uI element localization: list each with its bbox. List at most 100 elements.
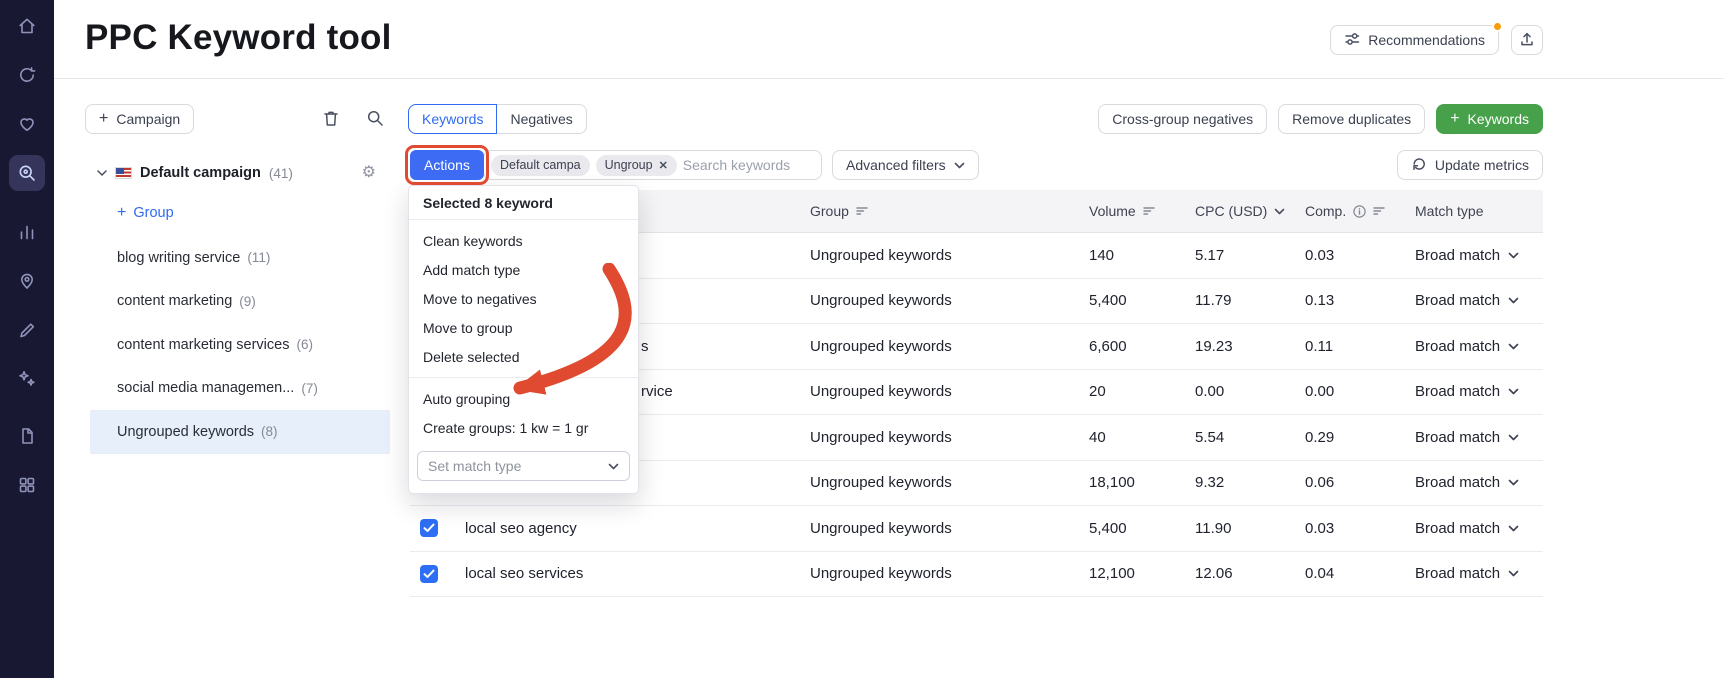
menu-item[interactable]: Move to negatives [409, 284, 638, 313]
header-comp-sort[interactable]: Comp. [1305, 203, 1415, 219]
chip-close-icon[interactable]: ✕ [659, 159, 668, 172]
campaign-name: Default campaign [140, 165, 261, 181]
history-icon[interactable] [9, 57, 45, 93]
refresh-icon [1411, 156, 1427, 175]
chevron-down-icon [1508, 388, 1519, 395]
header-cpc-dropdown[interactable]: CPC (USD) [1195, 203, 1305, 219]
comp-cell: 0.04 [1305, 565, 1335, 583]
chevron-down-icon [1508, 570, 1519, 577]
volume-cell: 6,600 [1089, 337, 1127, 355]
group-name: content marketing services [117, 336, 290, 353]
cpc-cell: 19.23 [1195, 337, 1233, 355]
menu-item[interactable]: Clean keywords [409, 226, 638, 255]
recommendations-button[interactable]: Recommendations [1330, 25, 1499, 55]
menu-item[interactable]: Delete selected [409, 342, 638, 371]
cpc-cell: 12.06 [1195, 565, 1233, 583]
row-checkbox-checked[interactable] [420, 519, 438, 538]
sliders-icon [1344, 31, 1360, 50]
group-list-item[interactable]: blog writing service (11) [90, 236, 390, 280]
chevron-down-icon [1275, 208, 1285, 214]
group-count: (7) [301, 380, 318, 396]
filter-chip[interactable]: Ungroup ✕ [595, 154, 677, 176]
add-keywords-button[interactable]: + Keywords [1436, 104, 1543, 134]
search-campaign-button[interactable] [364, 107, 386, 132]
delete-campaign-button[interactable] [320, 107, 342, 133]
search-chip-area: Default campa Ungroup ✕ [491, 154, 677, 176]
menu-item[interactable]: Auto grouping [409, 384, 638, 413]
keyword-search-box[interactable]: Default campa Ungroup ✕ [483, 150, 822, 180]
export-button[interactable] [1511, 25, 1543, 55]
campaign-row[interactable]: Default campaign (41) ⚙ [90, 158, 390, 188]
chevron-down-icon [1508, 297, 1519, 304]
document-icon[interactable] [9, 418, 45, 454]
match-type-dropdown[interactable]: Broad match [1415, 520, 1543, 537]
keyword-research-icon[interactable] [9, 155, 45, 191]
tab-negatives[interactable]: Negatives [496, 104, 587, 134]
match-type-dropdown[interactable]: Broad match [1415, 565, 1543, 582]
header-comp-label: Comp. [1305, 203, 1347, 219]
notification-dot [1492, 21, 1503, 32]
campaign-count: (41) [268, 165, 293, 181]
menu-item[interactable]: Move to group [409, 313, 638, 342]
cpc-cell: 11.90 [1195, 519, 1232, 537]
match-type-dropdown[interactable]: Broad match [1415, 247, 1543, 264]
selected-count-label: Selected 8 keyword [409, 186, 638, 220]
sort-icon [1373, 207, 1385, 215]
ai-sparkles-icon[interactable] [9, 361, 45, 397]
favorites-icon[interactable] [9, 106, 45, 142]
menu-item[interactable]: Add match type [409, 255, 638, 284]
cross-group-negatives-button[interactable]: Cross-group negatives [1098, 104, 1268, 134]
header-volume-sort[interactable]: Volume [1085, 203, 1195, 219]
header-volume-label: Volume [1089, 203, 1136, 219]
group-list-item[interactable]: content marketing (9) [90, 280, 390, 324]
gear-icon[interactable]: ⚙ [362, 165, 376, 181]
match-type-dropdown[interactable]: Broad match [1415, 383, 1543, 400]
match-type-dropdown[interactable]: Broad match [1415, 429, 1543, 446]
match-type-dropdown[interactable]: Broad match [1415, 338, 1543, 355]
chevron-down-icon [608, 463, 619, 469]
home-icon[interactable] [9, 8, 45, 44]
analytics-icon[interactable] [9, 214, 45, 250]
add-campaign-button[interactable]: + Campaign [85, 104, 195, 134]
update-metrics-button[interactable]: Update metrics [1396, 150, 1543, 180]
group-list-item[interactable]: Ungrouped keywords (8) [90, 410, 390, 454]
header-cpc-label: CPC (USD) [1195, 203, 1268, 219]
match-type-dropdown[interactable]: Broad match [1415, 292, 1543, 309]
sort-icon [856, 207, 868, 215]
filter-chip[interactable]: Default campa [491, 154, 590, 176]
group-list-item[interactable]: content marketing services (6) [90, 323, 390, 367]
chevron-down-icon [1508, 479, 1519, 486]
set-match-type-select[interactable]: Set match type [417, 451, 630, 481]
cpc-cell: 0.00 [1195, 383, 1225, 401]
map-pin-icon[interactable] [9, 263, 45, 299]
menu-item[interactable]: Create groups: 1 kw = 1 gr [409, 413, 638, 442]
remove-duplicates-button[interactable]: Remove duplicates [1278, 104, 1426, 134]
plus-icon: + [99, 110, 109, 127]
plus-icon: + [117, 204, 127, 221]
search-icon [366, 110, 384, 130]
comp-cell: 0.00 [1305, 383, 1335, 401]
add-group-label: Group [133, 205, 174, 221]
chevron-down-icon [954, 162, 964, 168]
add-group-button[interactable]: + Group [117, 204, 174, 222]
filter-chip-label: Default campa [500, 158, 581, 172]
recommendations-label: Recommendations [1368, 32, 1485, 48]
tab-keywords[interactable]: Keywords [408, 104, 498, 134]
header-group-sort[interactable]: Group [810, 203, 1085, 219]
chevron-down-icon [1508, 343, 1519, 350]
comp-cell: 0.03 [1305, 246, 1335, 264]
upload-icon [1519, 31, 1535, 50]
apps-grid-icon[interactable] [9, 467, 45, 503]
advanced-filters-button[interactable]: Advanced filters [832, 150, 979, 180]
actions-button[interactable]: Actions [410, 150, 484, 180]
match-type-dropdown[interactable]: Broad match [1415, 474, 1543, 491]
group-cell: Ungrouped keywords [810, 246, 952, 264]
search-keywords-input[interactable] [682, 157, 814, 173]
edit-icon[interactable] [9, 312, 45, 348]
group-cell: Ungrouped keywords [810, 428, 952, 446]
row-checkbox-checked[interactable] [420, 564, 438, 583]
comp-cell: 0.11 [1305, 337, 1334, 355]
cpc-cell: 5.17 [1195, 246, 1225, 264]
group-list-item[interactable]: social media managemen... (7) [90, 367, 390, 411]
group-name: social media managemen... [117, 380, 295, 397]
